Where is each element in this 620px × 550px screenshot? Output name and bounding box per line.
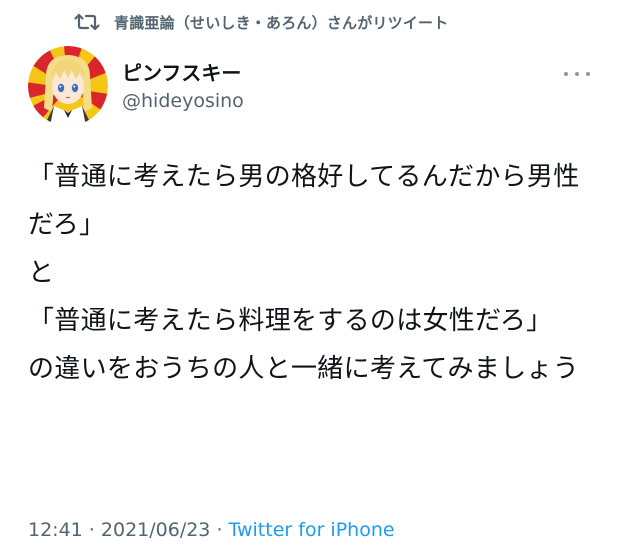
retweet-icon	[74, 13, 100, 31]
more-icon-dot	[586, 72, 590, 76]
anime-avatar-icon	[28, 46, 108, 126]
retweet-label: 青識亜論（せいしき・あろん）さんがリツイート	[114, 13, 449, 32]
tweet-metadata: 12:41 · 2021/06/23 · Twitter for iPhone	[28, 517, 395, 543]
author-info[interactable]: ピンフスキー @hideyosino	[122, 60, 244, 114]
user-handle[interactable]: @hideyosino	[122, 88, 244, 114]
tweet-date[interactable]: 2021/06/23	[101, 519, 211, 541]
more-icon-dot	[575, 72, 579, 76]
avatar[interactable]	[28, 46, 108, 126]
more-icon	[564, 72, 568, 76]
display-name[interactable]: ピンフスキー	[122, 60, 244, 86]
tweet-time[interactable]: 12:41	[28, 519, 83, 541]
more-options-button[interactable]	[564, 64, 590, 84]
tweet-text: 「普通に考えたら男の格好してるんだから男性だろ」 と 「普通に考えたら料理をする…	[28, 162, 580, 384]
tweet-source-link[interactable]: Twitter for iPhone	[229, 519, 395, 541]
meta-separator: ·	[82, 519, 101, 541]
retweet-context[interactable]: 青識亜論（せいしき・あろん）さんがリツイート	[74, 9, 448, 35]
meta-separator: ·	[210, 519, 229, 541]
